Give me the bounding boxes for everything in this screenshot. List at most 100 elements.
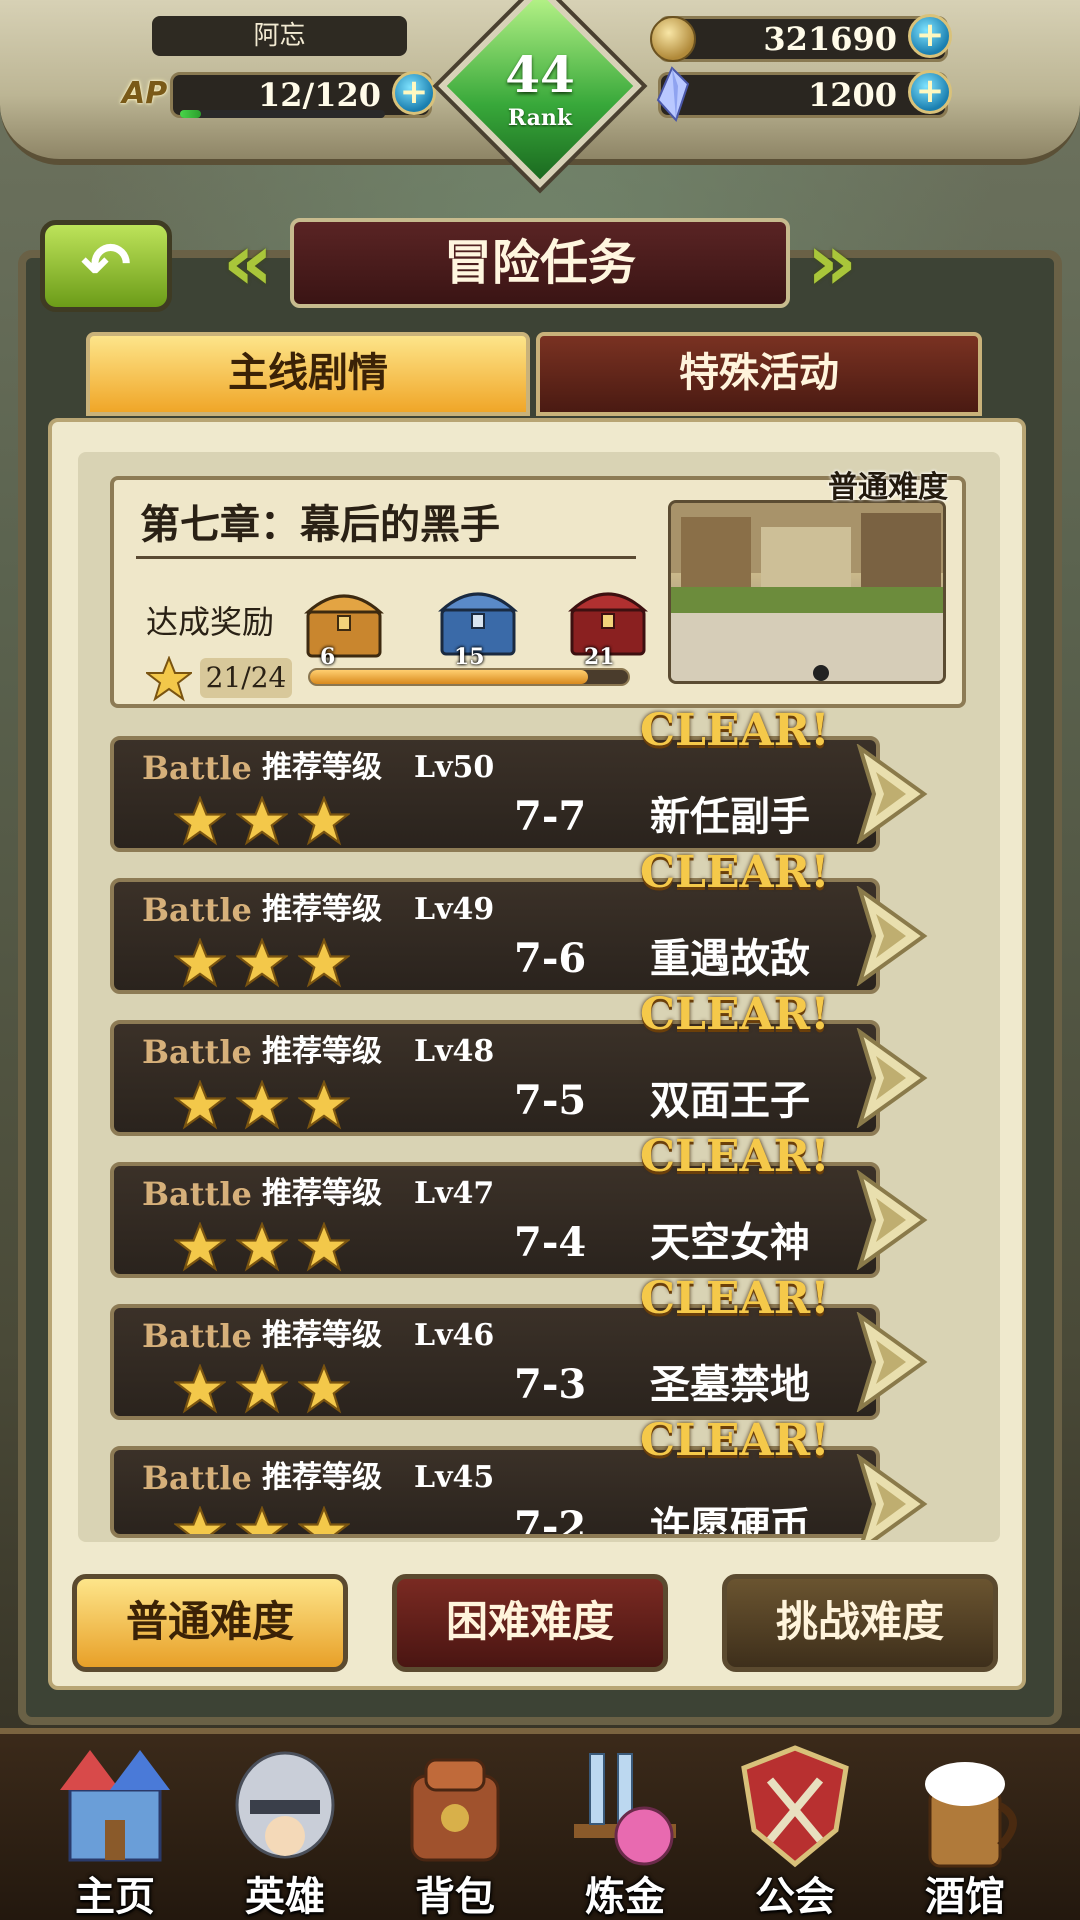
rank-badge-text: 44 Rank [468,14,612,158]
stage-number: 7-2 [514,1503,587,1538]
chapter-scene-image [668,500,946,684]
battle-label: Battle [142,1459,252,1497]
stage-enter-arrow-icon[interactable] [854,1454,930,1540]
star-count: 21/24 [200,658,292,698]
battle-label: Battle [142,891,252,929]
tab-main-story[interactable]: 主线剧情 [86,332,530,416]
challenge-difficulty-button[interactable]: 挑战难度 [722,1574,998,1672]
ap-progress-track [180,110,385,118]
recommended-level: Lv46 [414,1318,495,1353]
stage-number: 7-7 [514,793,587,840]
stage-enter-arrow-icon[interactable] [854,744,930,844]
backpack-icon [410,1758,500,1862]
stage-enter-arrow-icon[interactable] [854,1028,930,1128]
tavern-icon [925,1762,1017,1868]
rank-number: 44 [505,45,575,104]
stage-name: 天空女神 [650,1220,810,1266]
gem-display: 1200 [658,72,948,118]
banner-left-chevrons-icon: « [222,218,274,308]
stage-enter-arrow-icon[interactable] [854,1170,930,1270]
gold-display: 321690 [658,16,948,62]
back-button[interactable]: ↶ [40,220,172,312]
nav-label: 公会 [755,1874,835,1920]
stage-name: 许愿硬币 [650,1504,810,1538]
battle-label: Battle [142,1317,252,1355]
nav-label: 炼金 [585,1874,665,1920]
add-gem-button[interactable]: + [908,70,952,114]
clear-badge: CLEAR! [640,847,830,898]
nav-item-2[interactable]: 背包 [370,1740,540,1920]
nav-label: 背包 [415,1874,495,1920]
battle-label: Battle [142,749,252,787]
clear-badge: CLEAR! [640,705,830,756]
nav-item-1[interactable]: 英雄 [200,1740,370,1920]
battle-label: Battle [142,1033,252,1071]
chapter-title: 第七章：幕后的黑手 [140,502,500,548]
recommended-level-label: 推荐等级 [262,892,382,927]
potion-rack-icon [574,1753,676,1866]
clear-badge: CLEAR! [640,989,830,1040]
player-name: 阿忘 [152,16,407,56]
nav-label: 酒馆 [925,1874,1005,1920]
recommended-level-label: 推荐等级 [262,1034,382,1069]
nav-item-4[interactable]: 公会 [710,1740,880,1920]
recommended-level: Lv45 [414,1460,495,1495]
normal-difficulty-button[interactable]: 普通难度 [72,1574,348,1672]
stage-stars [174,1506,350,1534]
recommended-level: Lv50 [414,750,495,785]
add-ap-button[interactable]: + [392,71,436,115]
recommended-level: Lv48 [414,1034,495,1069]
chest-3-stars: 21 [584,644,615,670]
hard-difficulty-button[interactable]: 困难难度 [392,1574,668,1672]
knight-helmet-icon [235,1751,335,1859]
recommended-level-label: 推荐等级 [262,750,382,785]
ap-icon: AP [122,76,168,111]
nav-label: 英雄 [245,1874,325,1920]
tab-special-event[interactable]: 特殊活动 [536,332,982,416]
chest-1-stars: 6 [320,644,336,670]
stage-enter-arrow-icon[interactable] [854,886,930,986]
reward-label: 达成奖励 [146,603,275,641]
stage-name: 圣墓禁地 [650,1362,810,1408]
recommended-level-label: 推荐等级 [262,1460,382,1495]
clear-badge: CLEAR! [640,1415,830,1466]
stage-enter-arrow-icon[interactable] [854,1312,930,1412]
stage-stars [174,796,350,846]
nav-label: 主页 [75,1874,155,1920]
star-icon [146,656,192,702]
stage-number: 7-5 [514,1077,587,1124]
crystal-icon [656,66,690,122]
nav-item-0[interactable]: 主页 [30,1740,200,1920]
add-gold-button[interactable]: + [908,14,952,58]
stage-number: 7-4 [514,1219,587,1266]
stage-number: 7-6 [514,935,587,982]
page-title: 冒险任务 [290,218,790,308]
rank-label: Rank [507,105,573,131]
coin-icon [650,16,696,62]
recommended-level-label: 推荐等级 [262,1318,382,1353]
stage-stars [174,1222,350,1272]
stage-stars [174,938,350,988]
stage-name: 重遇故敌 [650,936,810,982]
banner-right-chevrons-icon: » [806,218,858,308]
clear-badge: CLEAR! [640,1273,830,1324]
stage-name: 新任副手 [650,794,810,840]
clear-badge: CLEAR! [640,1131,830,1182]
chapter-difficulty-tag: 普通难度 [828,470,948,505]
battle-label: Battle [142,1175,252,1213]
stage-number: 7-3 [514,1361,587,1408]
stage-name: 双面王子 [650,1078,810,1124]
ap-progress-fill [180,110,201,118]
undo-arrow-icon: ↶ [80,230,132,300]
recommended-level-label: 推荐等级 [262,1176,382,1211]
stage-stars [174,1080,350,1130]
stage-stars [174,1364,350,1414]
guild-shield-icon [741,1745,849,1868]
recommended-level: Lv49 [414,892,495,927]
chest-2-stars: 15 [454,644,485,670]
divider [136,556,636,559]
nav-item-5[interactable]: 酒馆 [880,1740,1050,1920]
nav-item-3[interactable]: 炼金 [540,1740,710,1920]
castle-icon [60,1750,170,1862]
recommended-level: Lv47 [414,1176,495,1211]
